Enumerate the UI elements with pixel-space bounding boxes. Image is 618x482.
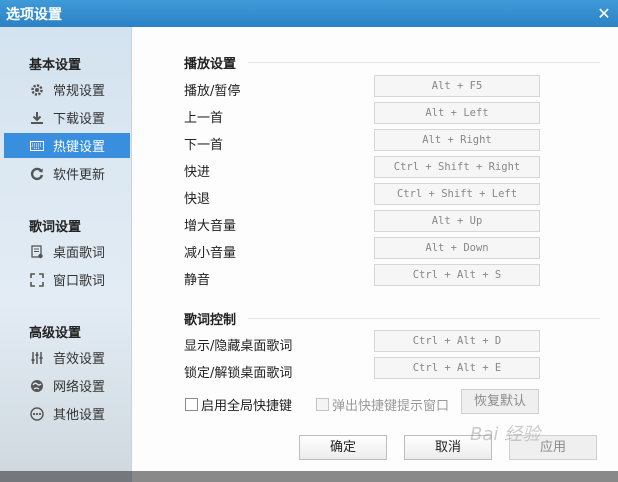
sidebar-item-sound-effects[interactable]: 音效设置 bbox=[4, 345, 130, 370]
global-hotkey-label: 启用全局快捷键 bbox=[201, 399, 293, 414]
section-title-lyrics-control: 歌词控制 bbox=[184, 313, 237, 328]
hotkey-input-mute[interactable]: Ctrl + Alt + S bbox=[374, 264, 540, 286]
gear-icon bbox=[29, 82, 45, 98]
equalizer-icon bbox=[29, 350, 45, 366]
watermark: Bai 经验 bbox=[470, 424, 541, 445]
hotkey-label-mute: 静音 bbox=[184, 273, 211, 288]
close-icon: ✕ bbox=[597, 3, 611, 23]
sidebar-item-hotkeys[interactable]: 热键设置 bbox=[4, 133, 130, 158]
hotkey-input-lock-lyrics[interactable]: Ctrl + Alt + E bbox=[374, 357, 540, 379]
desktop-lyrics-icon bbox=[29, 244, 45, 260]
sidebar-item-label: 常规设置 bbox=[53, 84, 106, 99]
ok-button[interactable]: 确定 bbox=[299, 435, 387, 460]
sidebar-item-other[interactable]: 其他设置 bbox=[4, 401, 130, 426]
hotkey-input-volume-down[interactable]: Alt + Down bbox=[374, 237, 540, 259]
show-tip-option[interactable]: 弹出快捷键提示窗口 bbox=[316, 395, 449, 414]
hotkey-label-fast-forward: 快进 bbox=[184, 165, 211, 180]
hotkey-label-previous: 上一首 bbox=[184, 111, 224, 126]
hotkey-input-volume-up[interactable]: Alt + Up bbox=[374, 210, 540, 232]
download-icon bbox=[29, 110, 45, 126]
hotkey-input-next[interactable]: Alt + Right bbox=[374, 129, 540, 151]
global-hotkey-checkbox[interactable] bbox=[185, 398, 198, 411]
show-tip-checkbox[interactable] bbox=[316, 398, 329, 411]
sidebar: 基本设置 常规设置 下载设置 热键设置 软件更新 歌词设置 桌面歌词 窗口歌词 … bbox=[0, 27, 132, 482]
sidebar-item-download[interactable]: 下载设置 bbox=[4, 105, 130, 130]
sidebar-item-window-lyrics[interactable]: 窗口歌词 bbox=[4, 267, 130, 292]
more-icon bbox=[29, 406, 45, 422]
sidebar-item-label: 热键设置 bbox=[53, 140, 106, 155]
sidebar-item-network[interactable]: 网络设置 bbox=[4, 373, 130, 398]
background-window-strip bbox=[0, 471, 618, 482]
sidebar-item-label: 软件更新 bbox=[53, 168, 106, 183]
hotkey-input-play-pause[interactable]: Alt + F5 bbox=[374, 75, 540, 97]
sidebar-item-label: 其他设置 bbox=[53, 408, 106, 423]
sidebar-item-general[interactable]: 常规设置 bbox=[4, 77, 130, 102]
sidebar-item-label: 桌面歌词 bbox=[53, 246, 106, 261]
hotkey-label-play-pause: 播放/暂停 bbox=[184, 84, 241, 99]
sidebar-item-label: 音效设置 bbox=[53, 352, 106, 367]
sidebar-item-desktop-lyrics[interactable]: 桌面歌词 bbox=[4, 239, 130, 264]
window-title: 选项设置 bbox=[6, 6, 62, 23]
hotkey-label-volume-up: 增大音量 bbox=[184, 219, 237, 234]
close-button[interactable]: ✕ bbox=[594, 3, 614, 23]
hotkey-settings-panel: 播放设置 播放/暂停 Alt + F5 上一首 Alt + Left 下一首 A… bbox=[132, 27, 618, 482]
section-title-playback: 播放设置 bbox=[184, 57, 237, 72]
window-lyrics-icon bbox=[29, 272, 45, 288]
section-divider bbox=[248, 318, 600, 319]
keyboard-icon bbox=[29, 138, 45, 154]
hotkey-label-rewind: 快退 bbox=[184, 192, 211, 207]
update-icon bbox=[29, 166, 45, 182]
hotkey-label-next: 下一首 bbox=[184, 138, 224, 153]
hotkey-input-fast-forward[interactable]: Ctrl + Shift + Right bbox=[374, 156, 540, 178]
hotkey-label-toggle-lyrics: 显示/隐藏桌面歌词 bbox=[184, 339, 293, 354]
restore-default-button[interactable]: 恢复默认 bbox=[461, 389, 539, 414]
sidebar-group-lyrics: 歌词设置 bbox=[29, 220, 82, 235]
sidebar-item-update[interactable]: 软件更新 bbox=[4, 161, 130, 186]
sidebar-group-basic: 基本设置 bbox=[29, 58, 82, 73]
sidebar-item-label: 网络设置 bbox=[53, 380, 106, 395]
hotkey-input-previous[interactable]: Alt + Left bbox=[374, 102, 540, 124]
sidebar-item-label: 下载设置 bbox=[53, 112, 106, 127]
show-tip-label: 弹出快捷键提示窗口 bbox=[332, 399, 450, 414]
hotkey-label-lock-lyrics: 锁定/解锁桌面歌词 bbox=[184, 366, 293, 381]
title-bar: 选项设置 ✕ bbox=[0, 0, 618, 27]
hotkey-label-volume-down: 减小音量 bbox=[184, 246, 237, 261]
network-icon bbox=[29, 378, 45, 394]
global-hotkey-option[interactable]: 启用全局快捷键 bbox=[185, 395, 292, 414]
sidebar-group-advanced: 高级设置 bbox=[29, 326, 82, 341]
hotkey-input-toggle-lyrics[interactable]: Ctrl + Alt + D bbox=[374, 330, 540, 352]
section-divider bbox=[248, 62, 600, 63]
sidebar-item-label: 窗口歌词 bbox=[53, 274, 106, 289]
hotkey-input-rewind[interactable]: Ctrl + Shift + Left bbox=[374, 183, 540, 205]
